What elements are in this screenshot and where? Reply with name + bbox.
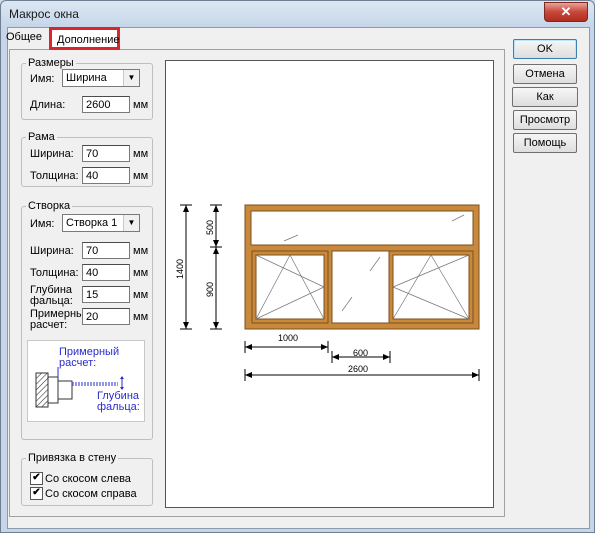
title-bar: Макрос окна ✕	[1, 1, 594, 27]
left-sash-glass	[255, 254, 325, 320]
left-bevel-checkbox[interactable]: ✔	[30, 472, 43, 485]
dim-sash-width: 1000	[278, 333, 299, 343]
dim-total-width: 2600	[348, 364, 369, 374]
frame-thickness-unit: мм	[133, 170, 149, 182]
sizes-name-label: Имя:	[30, 73, 55, 85]
sizes-name-select[interactable]: Ширина ▼	[62, 69, 140, 87]
length-input[interactable]	[82, 96, 130, 113]
cancel-button[interactable]: Отмена	[513, 64, 577, 84]
dim-total-height: 1400	[175, 258, 185, 279]
dim-middle-width: 600	[353, 348, 369, 358]
frame-width-unit: мм	[133, 148, 149, 160]
dim-top-height: 500	[205, 219, 215, 235]
sash-legend: Створка	[28, 200, 71, 212]
help-button[interactable]: Помощь	[513, 133, 577, 153]
chevron-down-icon: ▼	[123, 70, 139, 86]
rebate-hint-illustration: Примерный расчет: Глубина фальца:	[27, 340, 145, 422]
frame-width-label: Ширина:	[30, 148, 74, 160]
sash-thickness-input[interactable]	[82, 264, 130, 281]
rebate-label-2: фальца:	[30, 295, 73, 307]
sash-name-value: Створка 1	[66, 217, 118, 229]
sash-thickness-label: Толщина:	[30, 267, 79, 279]
dim-bottom-height: 900	[205, 281, 215, 297]
tab-extra[interactable]: Дополнение	[49, 27, 120, 50]
right-bevel-label: Со скосом справа	[45, 488, 137, 500]
rebate-depth-unit: мм	[133, 289, 149, 301]
left-bevel-label: Со скосом слева	[45, 473, 131, 485]
window-preview-canvas: 1400 500 900 1000 600 2600	[165, 60, 494, 508]
sash-width-label: Ширина:	[30, 245, 74, 257]
window-title: Макрос окна	[9, 7, 79, 21]
close-button[interactable]: ✕	[544, 2, 588, 22]
length-label: Длина:	[30, 99, 66, 111]
right-bevel-checkbox[interactable]: ✔	[30, 487, 43, 500]
frame-legend: Рама	[28, 131, 55, 143]
frame-thickness-input[interactable]	[82, 167, 130, 184]
approx-calc-input[interactable]	[82, 308, 130, 325]
sash-thickness-unit: мм	[133, 267, 149, 279]
sash-name-label: Имя:	[30, 218, 55, 230]
length-unit: мм	[133, 99, 149, 111]
sizes-legend: Размеры	[28, 57, 74, 69]
middle-glass	[331, 250, 391, 324]
wall-binding-legend: Привязка в стену	[28, 452, 117, 464]
right-sash-glass	[392, 254, 470, 320]
approx-calc-unit: мм	[133, 311, 149, 323]
frame-thickness-label: Толщина:	[30, 170, 79, 182]
sash-width-input[interactable]	[82, 242, 130, 259]
chevron-down-icon: ▼	[123, 215, 139, 231]
profile-sketch-icon	[35, 367, 124, 408]
tab-general[interactable]: Общее	[6, 31, 42, 43]
sizes-name-value: Ширина	[66, 72, 107, 84]
ok-button[interactable]: OK	[513, 39, 577, 59]
sash-name-select[interactable]: Створка 1 ▼	[62, 214, 140, 232]
preview-button[interactable]: Просмотр	[513, 110, 577, 130]
tab-extra-label: Дополнение	[57, 34, 120, 46]
as-standard-button[interactable]: Как Стандарт	[512, 87, 578, 121]
frame-width-input[interactable]	[82, 145, 130, 162]
rebate-depth-input[interactable]	[82, 286, 130, 303]
transom-glass	[250, 210, 474, 246]
approx-label-2: расчет:	[30, 319, 68, 331]
sash-width-unit: мм	[133, 245, 149, 257]
